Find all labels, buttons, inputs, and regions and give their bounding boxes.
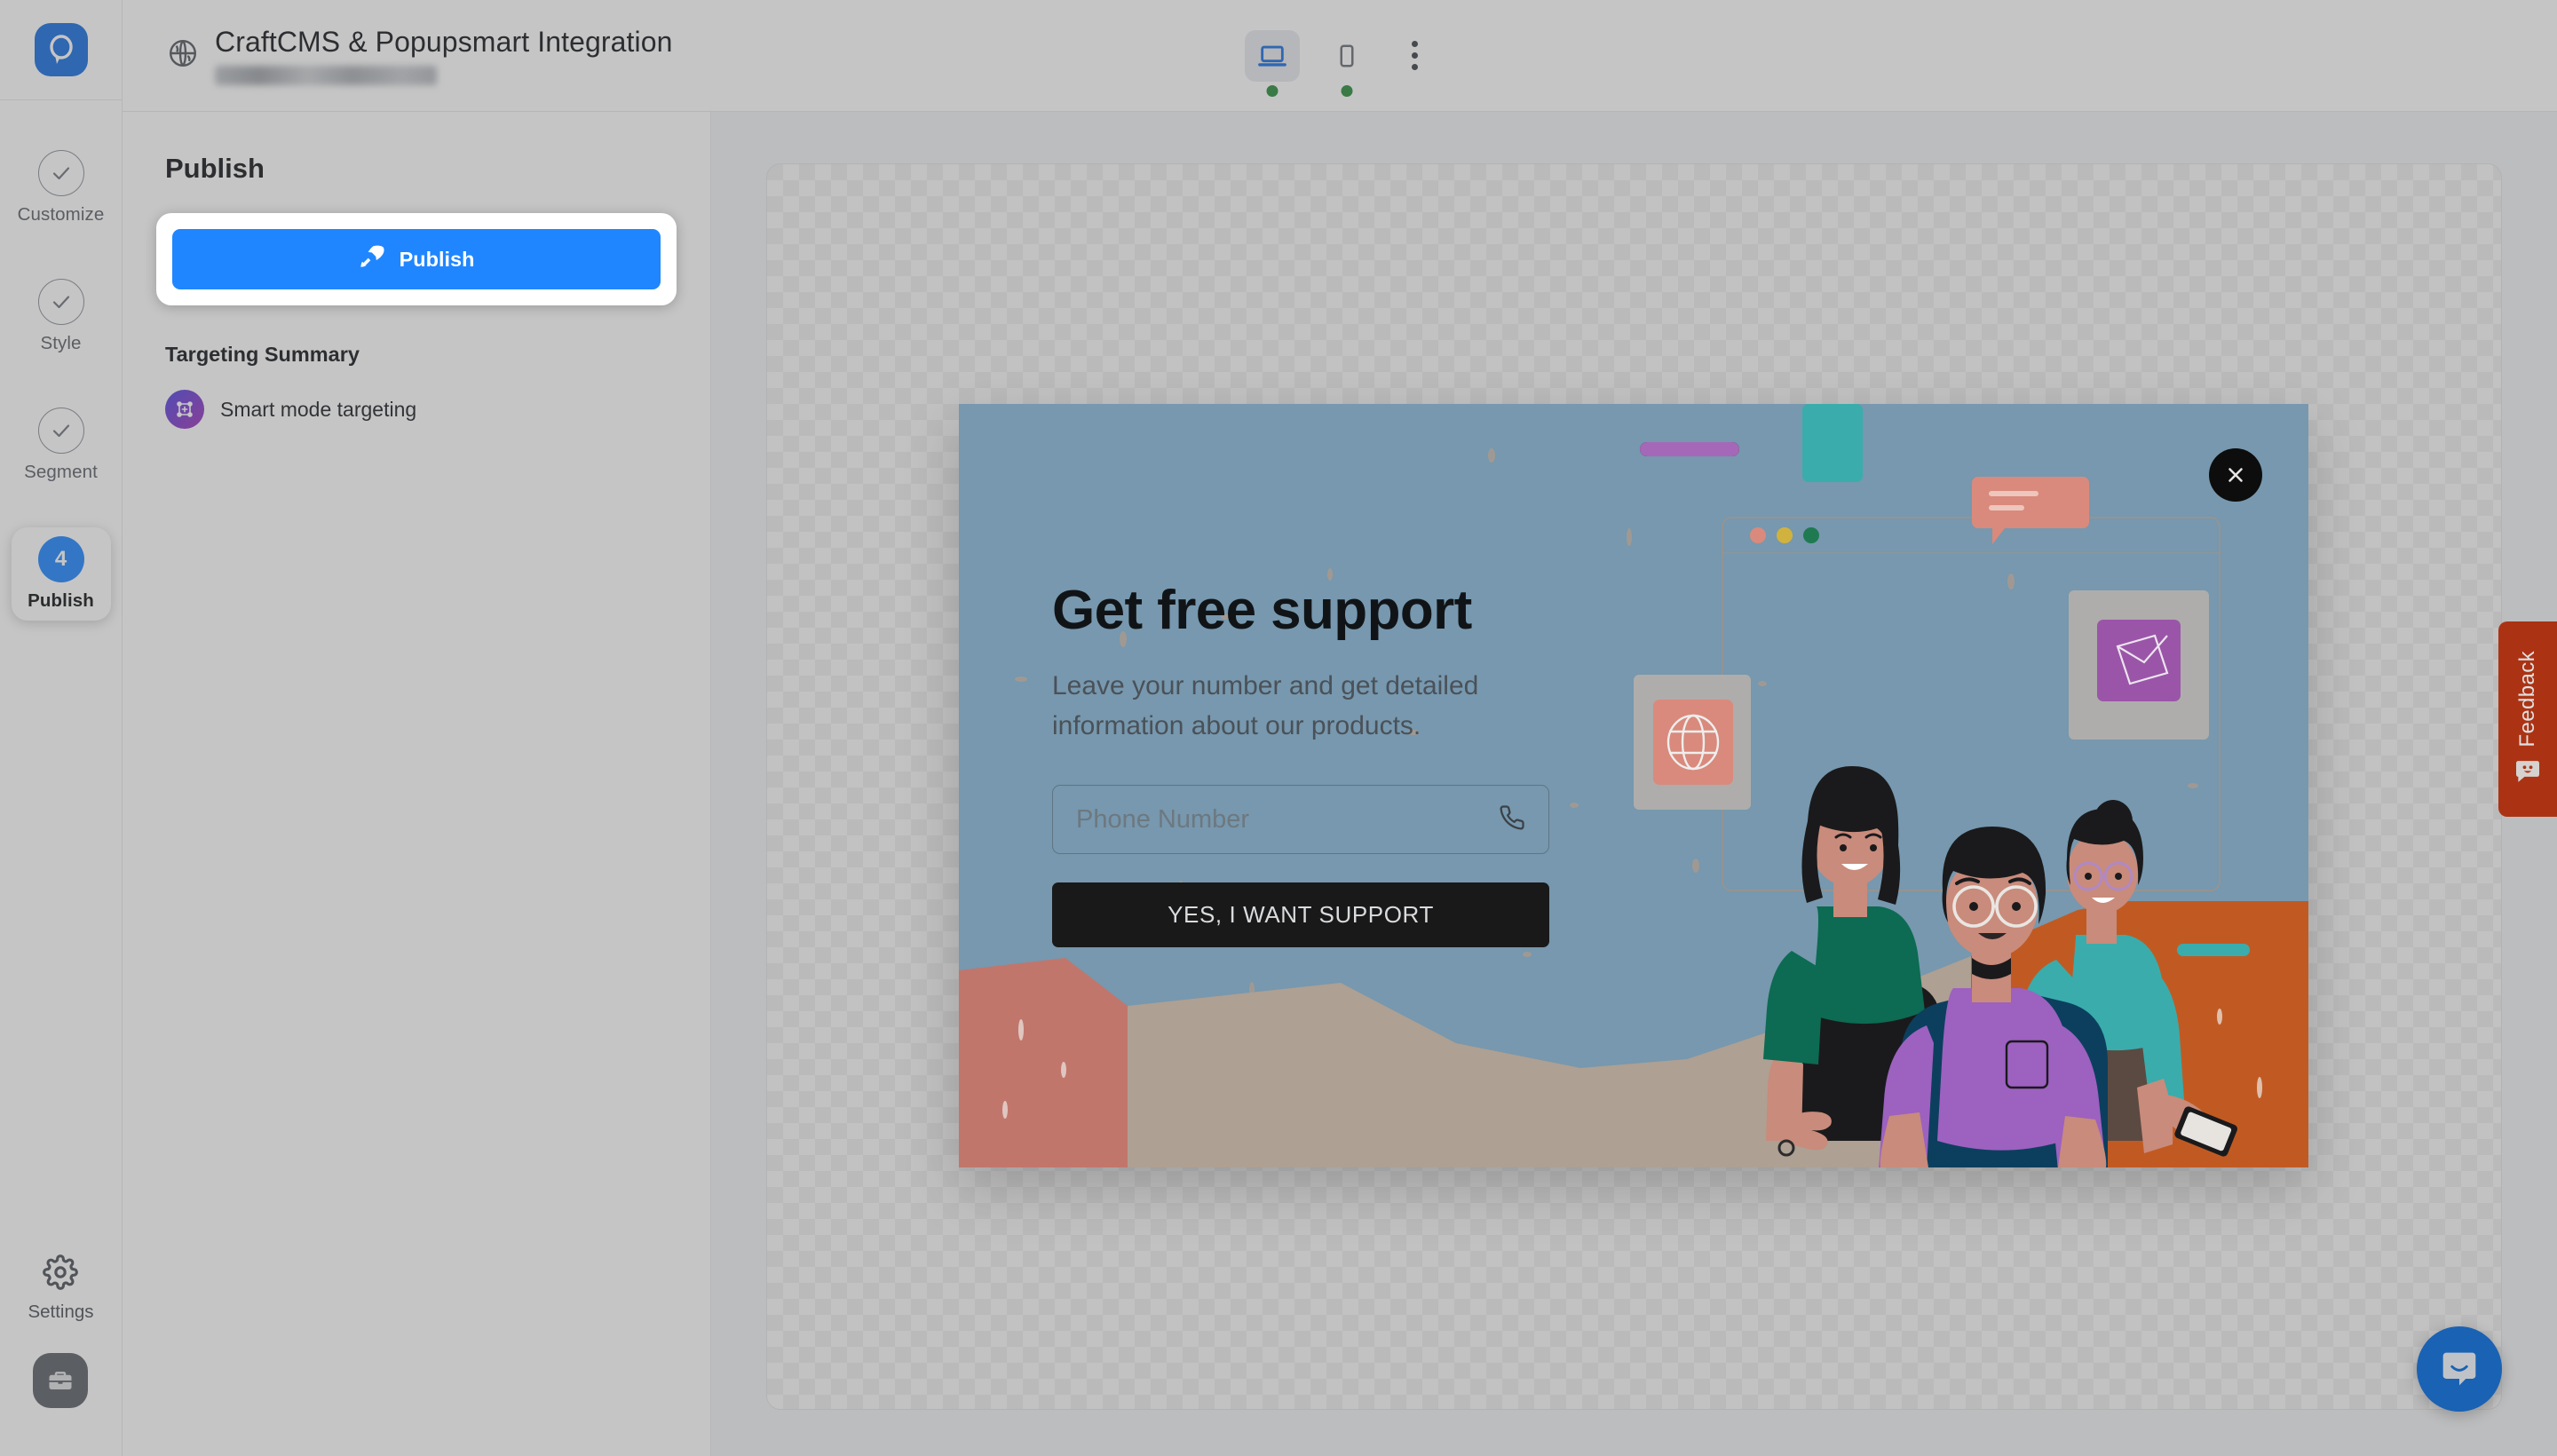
sidebar-step-segment[interactable]: Segment (12, 399, 111, 492)
app-root: Customize Style Segment 4 Publish (0, 0, 2557, 1456)
site-url-redacted (215, 66, 437, 85)
app-logo-icon[interactable] (35, 23, 88, 76)
feedback-tab[interactable]: Feedback (2498, 621, 2557, 817)
device-status-dot-desktop (1267, 85, 1278, 97)
feedback-tab-label: Feedback (2515, 651, 2540, 748)
phone-icon (1499, 804, 1525, 835)
popup-paragraph: Leave your number and get detailed infor… (1052, 666, 1496, 746)
gear-icon (43, 1254, 78, 1294)
chat-launcher-button[interactable] (2417, 1326, 2502, 1412)
targeting-summary-title: Targeting Summary (165, 343, 668, 367)
top-bar: CraftCMS & Popupsmart Integration (123, 0, 2557, 112)
publish-button[interactable]: Publish (172, 229, 661, 289)
topbar-left-group: CraftCMS & Popupsmart Integration (123, 26, 673, 85)
popup-preview: Get free support Leave your number and g… (959, 404, 2308, 1167)
targeting-summary-item[interactable]: Smart mode targeting (165, 390, 668, 429)
smiley-chat-icon (2514, 760, 2541, 787)
check-circle-icon (38, 408, 84, 454)
phone-number-input[interactable]: Phone Number (1052, 785, 1549, 854)
intercom-chat-icon (2440, 1349, 2479, 1389)
sidebar-step-label: Segment (24, 462, 98, 483)
popup-heading: Get free support (1052, 582, 1585, 639)
check-circle-icon (38, 150, 84, 196)
sidebar-item-settings[interactable]: Settings (28, 1254, 93, 1323)
popup-content: Get free support Leave your number and g… (1052, 582, 1585, 947)
sidebar-step-publish[interactable]: 4 Publish (12, 527, 111, 621)
device-toggle-mobile[interactable] (1319, 30, 1374, 82)
left-rail: Customize Style Segment 4 Publish (0, 0, 123, 1456)
rocket-icon (359, 243, 385, 275)
phone-input-placeholder: Phone Number (1076, 805, 1499, 835)
publish-button-highlight: Publish (156, 213, 677, 305)
sidebar-item-label: Settings (28, 1302, 93, 1323)
device-status-dot-mobile (1342, 85, 1353, 97)
check-circle-icon (38, 279, 84, 325)
people-illustration (1634, 404, 2308, 1167)
rail-bottom-group: Settings (28, 1254, 93, 1456)
submit-support-button[interactable]: YES, I WANT SUPPORT (1052, 882, 1549, 947)
smart-target-icon (165, 390, 204, 429)
sidebar-step-label: Customize (18, 204, 105, 226)
page-title: CraftCMS & Popupsmart Integration (215, 26, 673, 59)
publish-panel: Publish Publish Targeting Summary Smart … (123, 112, 711, 1456)
sidebar-step-style[interactable]: Style (12, 270, 111, 363)
briefcase-icon[interactable] (33, 1353, 88, 1408)
step-number-badge: 4 (38, 536, 84, 582)
sidebar-step-label: Publish (28, 590, 94, 612)
sidebar-step-label: Style (40, 333, 81, 354)
topbar-title-group: CraftCMS & Popupsmart Integration (215, 26, 673, 85)
popup-close-button[interactable] (2209, 448, 2262, 502)
device-toggle-group (1245, 30, 1435, 82)
device-toggle-desktop[interactable] (1245, 30, 1300, 82)
step-list: Customize Style Segment 4 Publish (0, 141, 122, 621)
globe-icon (167, 37, 199, 74)
targeting-summary-item-label: Smart mode targeting (220, 398, 416, 422)
kebab-menu-icon[interactable] (1394, 30, 1435, 82)
sidebar-step-customize[interactable]: Customize (12, 141, 111, 234)
publish-button-label: Publish (400, 248, 475, 272)
rail-divider (0, 99, 123, 100)
panel-title: Publish (165, 153, 668, 185)
